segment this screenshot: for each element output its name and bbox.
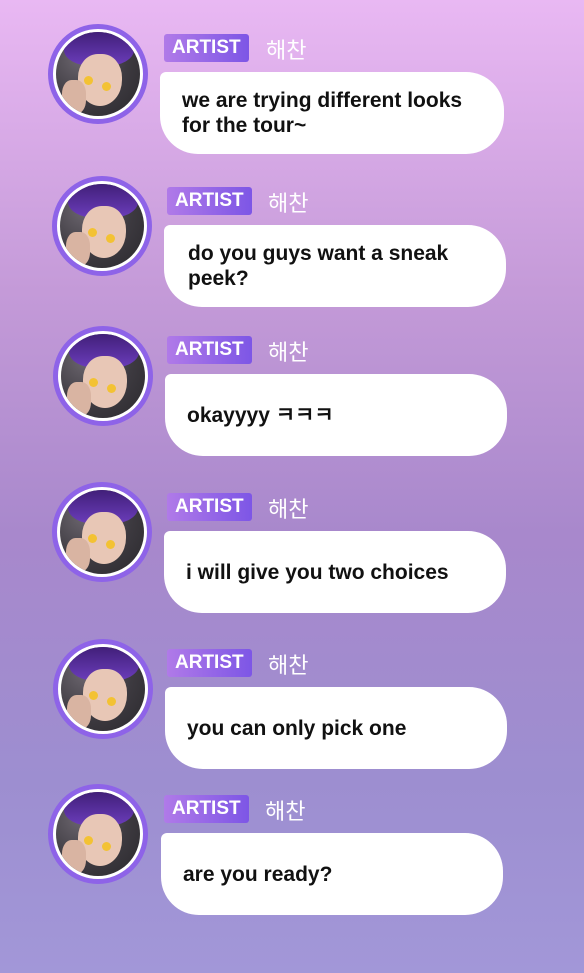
avatar[interactable] <box>53 639 153 739</box>
artist-badge: ARTIST <box>167 187 252 215</box>
avatar-photo <box>56 32 140 116</box>
avatar-photo <box>61 334 145 418</box>
message-bubble: we are trying different looks for the to… <box>160 72 504 154</box>
message-bubble: are you ready? <box>161 833 503 915</box>
artist-badge: ARTIST <box>167 649 252 677</box>
sender-name: 해찬 <box>265 800 306 825</box>
avatar[interactable] <box>48 784 148 884</box>
avatar[interactable] <box>48 24 148 124</box>
artist-badge: ARTIST <box>164 795 249 823</box>
avatar[interactable] <box>52 482 152 582</box>
avatar[interactable] <box>52 176 152 276</box>
avatar-photo <box>56 792 140 876</box>
artist-badge: ARTIST <box>164 34 249 62</box>
sender-name: 해찬 <box>268 654 309 679</box>
avatar[interactable] <box>53 326 153 426</box>
artist-badge: ARTIST <box>167 336 252 364</box>
avatar-photo <box>61 647 145 731</box>
message-bubble: i will give you two choices <box>164 531 506 613</box>
sender-name: 해찬 <box>268 192 309 217</box>
sender-name: 해찬 <box>266 39 307 64</box>
message-bubble: do you guys want a sneak peek? <box>164 225 506 307</box>
avatar-photo <box>60 490 144 574</box>
sender-name: 해찬 <box>268 498 309 523</box>
sender-name: 해찬 <box>268 341 309 366</box>
message-bubble: okayyyy ㅋㅋㅋ <box>165 374 507 456</box>
artist-badge: ARTIST <box>167 493 252 521</box>
avatar-photo <box>60 184 144 268</box>
message-bubble: you can only pick one <box>165 687 507 769</box>
